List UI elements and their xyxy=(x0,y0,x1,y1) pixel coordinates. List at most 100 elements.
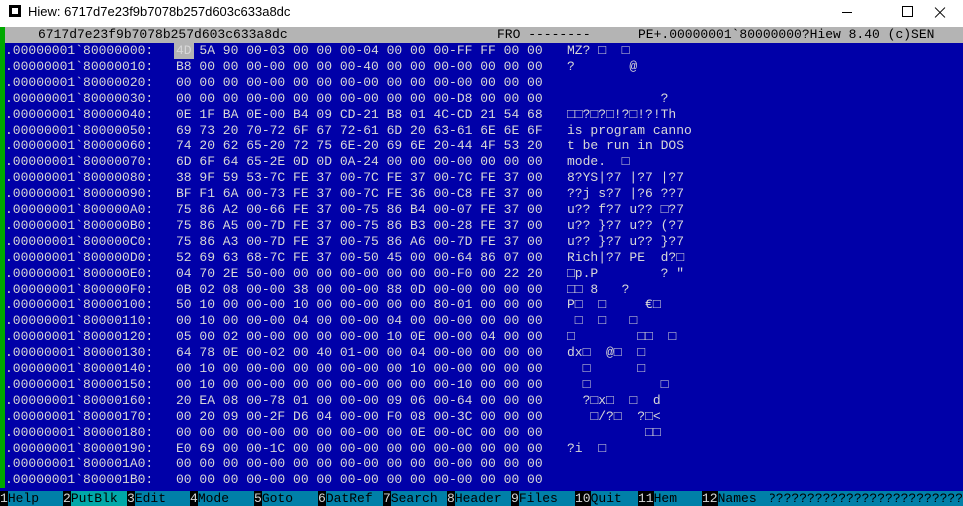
row-ascii[interactable]: u?? }?7 u?? }?7 xyxy=(567,234,684,250)
hex-row[interactable]: .00000001`800000F0: 0B 02 08 00-00 38 00 … xyxy=(0,281,963,298)
hex-row[interactable]: .00000001`800000D0: 52 69 63 68-7C FE 37 … xyxy=(0,249,963,266)
row-hex-bytes[interactable]: 00 10 00 00-00 04 00 00-00 04 00 00-00 0… xyxy=(176,313,543,329)
hex-row[interactable]: .00000001`800000C0: 75 86 A3 00-7D FE 37 … xyxy=(0,233,963,250)
hex-row[interactable]: .00000001`80000050: 69 73 20 70-72 6F 67 … xyxy=(0,122,963,139)
row-ascii[interactable]: □ □□ □ xyxy=(567,329,676,345)
row-ascii[interactable]: ?i □ xyxy=(567,441,606,457)
hex-row[interactable]: .00000001`80000130: 64 78 0E 00-02 00 40 … xyxy=(0,345,963,362)
fkeys-tail: ????????????????????????? xyxy=(768,491,963,506)
row-hex-bytes[interactable]: 00 10 00 00-00 00 00 00-00 00 10 00-00 0… xyxy=(176,361,543,377)
row-ascii[interactable]: mode. □ xyxy=(567,154,629,170)
hex-row[interactable]: .00000001`800001B0: 00 00 00 00-00 00 00 … xyxy=(0,472,963,489)
hex-row[interactable]: .00000001`800000A0: 75 86 A2 00-66 FE 37 … xyxy=(0,202,963,218)
row-ascii[interactable]: t be run in DOS xyxy=(567,138,684,154)
row-ascii[interactable]: □□ xyxy=(567,425,661,441)
row-hex-bytes[interactable]: 75 86 A5 00-7D FE 37 00-75 86 B3 00-28 F… xyxy=(176,218,543,234)
row-ascii[interactable]: u?? f?7 u?? □?7 xyxy=(567,202,684,218)
row-hex-bytes[interactable]: 52 69 63 68-7C FE 37 00-50 45 00 00-64 8… xyxy=(176,250,543,266)
row-hex-bytes[interactable]: 38 9F 59 53-7C FE 37 00-7C FE 37 00-7C F… xyxy=(176,170,543,186)
hex-row[interactable]: .00000001`80000090: BF F1 6A 00-73 FE 37 … xyxy=(0,186,963,203)
fkey-search[interactable]: 7Search xyxy=(383,491,447,506)
row-hex-bytes[interactable]: 05 00 02 00-00 00 00 00-00 10 0E 00-00 0… xyxy=(176,329,543,345)
row-ascii[interactable]: □ □ □ xyxy=(567,313,637,329)
row-hex-bytes[interactable]: 04 70 2E 50-00 00 00 00-00 00 00 00-F0 0… xyxy=(176,266,543,282)
hex-row[interactable]: .00000001`80000170: 00 20 09 00-2F D6 04 … xyxy=(0,408,963,425)
row-ascii[interactable]: 8?YS|?7 |?7 |?7 xyxy=(567,170,684,186)
fkey-files[interactable]: 9Files xyxy=(511,491,575,506)
close-button[interactable] xyxy=(917,0,963,24)
row-address: .00000001`80000170: xyxy=(5,408,154,424)
fkey-quit[interactable]: 10Quit xyxy=(575,491,638,506)
fkey-help[interactable]: 1Help xyxy=(0,491,63,506)
row-hex-bytes[interactable]: 00 10 00 00-00 00 00 00-00 00 00 00-10 0… xyxy=(176,377,543,393)
fkey-hem[interactable]: 11Hem xyxy=(638,491,702,506)
fkey-datref[interactable]: 6DatRef xyxy=(318,491,383,506)
hex-row[interactable]: .00000001`80000000: 4D 5A 90 00-03 00 00 … xyxy=(0,43,963,59)
row-hex-bytes[interactable]: 6D 6F 64 65-2E 0D 0D 0A-24 00 00 00-00 0… xyxy=(176,154,543,170)
row-ascii[interactable]: □p.P ? ″ xyxy=(567,266,684,282)
row-hex-bytes[interactable]: 4D 5A 90 00-03 00 00 00-04 00 00 00-FF F… xyxy=(176,43,543,59)
row-hex-bytes[interactable]: 74 20 62 65-20 72 75 6E-20 69 6E 20-44 4… xyxy=(176,138,543,154)
hex-row[interactable]: .00000001`800000B0: 75 86 A5 00-7D FE 37 … xyxy=(0,217,963,234)
row-ascii[interactable]: u?? }?7 u?? (?7 xyxy=(567,218,684,234)
row-ascii[interactable]: □/?□ ?□< xyxy=(567,409,660,425)
row-hex-bytes[interactable]: BF F1 6A 00-73 FE 37 00-7C FE 36 00-C8 F… xyxy=(176,186,543,202)
row-hex-bytes[interactable]: 50 10 00 00-00 10 00 00-00 00 00 80-01 0… xyxy=(176,297,543,313)
hex-row[interactable]: .00000001`80000190: E0 69 00 00-1C 00 00 … xyxy=(0,440,963,457)
hex-view-terminal[interactable]: 6717d7e23f9b7078b257d603c633a8dc FRO ---… xyxy=(0,27,963,506)
hex-row[interactable]: .00000001`80000040: 0E 1F BA 0E-00 B4 09 … xyxy=(0,106,963,123)
row-hex-bytes[interactable]: 00 00 00 00-00 00 00 00-00 00 00 00-00 0… xyxy=(176,75,543,91)
row-hex-bytes[interactable]: 69 73 20 70-72 6F 67 72-61 6D 20 63-61 6… xyxy=(176,123,543,139)
row-address: .00000001`800001A0: xyxy=(5,456,154,472)
fkey-mode[interactable]: 4Mode xyxy=(190,491,254,506)
row-ascii[interactable]: P□ □ €□ xyxy=(567,297,661,313)
row-hex-bytes[interactable]: 00 00 00 00-00 00 00 00-00 00 00 00-00 0… xyxy=(176,456,543,472)
row-ascii[interactable]: Rich|?7 PE d?□ xyxy=(567,250,684,266)
row-hex-bytes[interactable]: B8 00 00 00-00 00 00 00-40 00 00 00-00 0… xyxy=(176,59,543,75)
row-ascii[interactable]: □ □ xyxy=(567,377,669,393)
row-hex-bytes[interactable]: 0E 1F BA 0E-00 B4 09 CD-21 B8 01 4C-CD 2… xyxy=(176,107,543,123)
minimize-button[interactable] xyxy=(824,0,870,24)
fkey-edit[interactable]: 3Edit xyxy=(127,491,190,506)
hex-row[interactable]: .00000001`80000070: 6D 6F 64 65-2E 0D 0D … xyxy=(0,154,963,171)
row-hex-bytes[interactable]: 75 86 A2 00-66 FE 37 00-75 86 B4 00-07 F… xyxy=(176,202,543,218)
hex-row[interactable]: .00000001`800001A0: 00 00 00 00-00 00 00 … xyxy=(0,456,963,473)
row-ascii[interactable]: □ □ xyxy=(567,361,645,377)
row-hex-bytes[interactable]: 0B 02 08 00-00 38 00 00-00 88 0D 00-00 0… xyxy=(176,282,543,298)
hex-row[interactable]: .00000001`80000110: 00 10 00 00-00 04 00 … xyxy=(0,313,963,330)
fkey-goto[interactable]: 5Goto xyxy=(254,491,318,506)
hex-row[interactable]: .00000001`80000120: 05 00 02 00-00 00 00 … xyxy=(0,329,963,346)
hex-row[interactable]: .00000001`80000160: 20 EA 08 00-78 01 00 … xyxy=(0,392,963,409)
fkey-names[interactable]: 12Names xyxy=(702,491,770,506)
hex-row[interactable]: .00000001`800000E0: 04 70 2E 50-00 00 00 … xyxy=(0,265,963,282)
row-hex-bytes[interactable]: 64 78 0E 00-02 00 40 01-00 00 04 00-00 0… xyxy=(176,345,543,361)
row-ascii[interactable]: ? xyxy=(567,91,669,107)
hex-row[interactable]: .00000001`80000060: 74 20 62 65-20 72 75 … xyxy=(0,138,963,155)
row-hex-bytes[interactable]: 75 86 A3 00-7D FE 37 00-75 86 A6 00-7D F… xyxy=(176,234,543,250)
row-hex-bytes[interactable]: E0 69 00 00-1C 00 00 00-00 00 00 00-00 0… xyxy=(176,441,543,457)
row-ascii[interactable]: □□ 8 ? xyxy=(567,282,629,298)
hex-row[interactable]: .00000001`80000140: 00 10 00 00-00 00 00 … xyxy=(0,361,963,377)
fkey-label: Help xyxy=(7,491,63,506)
row-ascii[interactable]: MZ? □ □ xyxy=(567,43,629,59)
row-ascii[interactable]: dx□ @□ □ xyxy=(567,345,645,361)
row-hex-bytes[interactable]: 20 EA 08 00-78 01 00 00-00 09 06 00-64 0… xyxy=(176,393,543,409)
row-hex-bytes[interactable]: 00 00 00 00-00 00 00 00-00 00 0E 00-0C 0… xyxy=(176,425,543,441)
hex-row[interactable]: .00000001`80000030: 00 00 00 00-00 00 00 … xyxy=(0,90,963,107)
row-ascii[interactable]: □□?□?□!?□!?!Th xyxy=(567,107,676,123)
fkey-header[interactable]: 8Header xyxy=(447,491,511,506)
hex-row[interactable]: .00000001`80000020: 00 00 00 00-00 00 00 … xyxy=(0,74,963,91)
hex-row[interactable]: .00000001`80000100: 50 10 00 00-00 10 00 … xyxy=(0,297,963,314)
fkey-putblk[interactable]: 2PutBlk xyxy=(63,491,127,506)
row-hex-bytes[interactable]: 00 20 09 00-2F D6 04 00-00 F0 08 00-3C 0… xyxy=(176,409,543,425)
row-ascii[interactable]: ? @ xyxy=(567,59,637,75)
row-ascii[interactable]: ??j s?7 |?6 ??7 xyxy=(567,186,684,202)
hex-row[interactable]: .00000001`80000080: 38 9F 59 53-7C FE 37 … xyxy=(0,170,963,187)
hex-row[interactable]: .00000001`80000180: 00 00 00 00-00 00 00 … xyxy=(0,424,963,441)
hex-row[interactable]: .00000001`80000150: 00 10 00 00-00 00 00 … xyxy=(0,376,963,393)
hex-row[interactable]: .00000001`80000010: B8 00 00 00-00 00 00 … xyxy=(0,58,963,75)
row-hex-bytes[interactable]: 00 00 00 00-00 00 00 00-00 00 00 00-00 0… xyxy=(176,472,543,488)
row-hex-bytes[interactable]: 00 00 00 00-00 00 00 00-00 00 00 00-D8 0… xyxy=(176,91,543,107)
row-ascii[interactable]: ?□x□ □ d xyxy=(567,393,661,409)
row-ascii[interactable]: is program canno xyxy=(567,123,692,139)
